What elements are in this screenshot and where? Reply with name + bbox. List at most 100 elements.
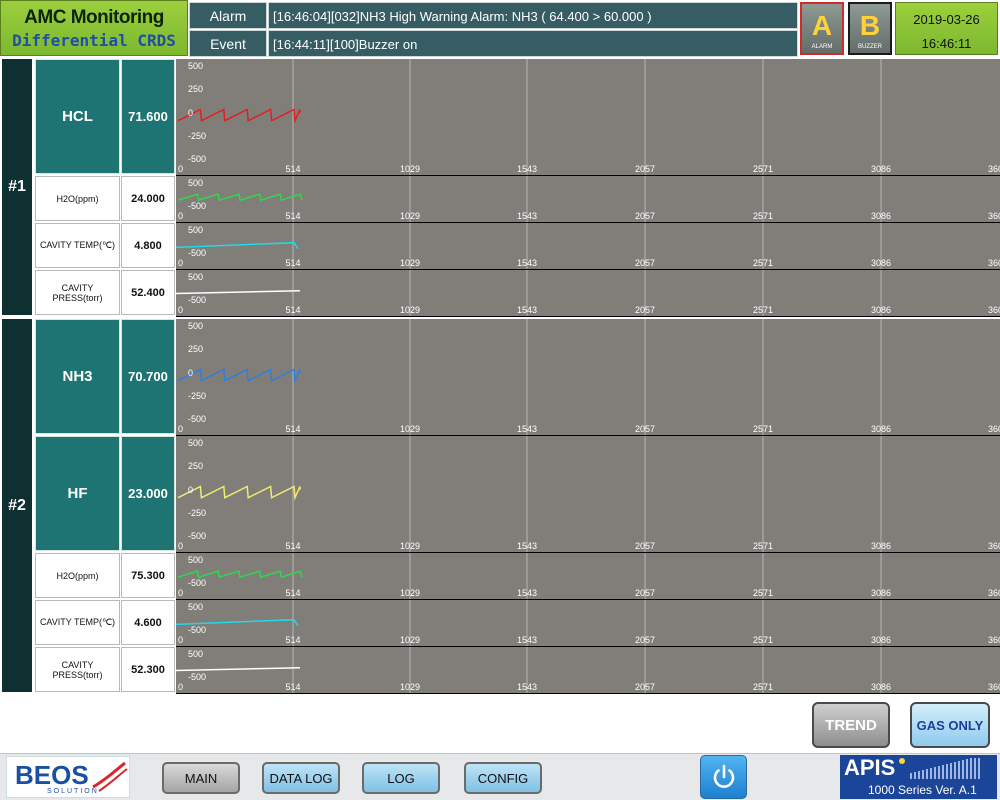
trend-line [176,666,301,672]
x-axis-label: 3600 [988,424,1000,434]
x-axis-label: 1029 [399,164,421,174]
x-axis-label: 3086 [870,211,892,221]
y-axis-label: -250 [188,390,207,401]
x-axis-label: 514 [285,305,301,315]
group-label: #1 [2,59,32,315]
x-axis-label: 514 [285,682,301,692]
sensor-name: CAVITY PRESS(torr) [35,647,120,692]
x-axis-label: 1543 [516,588,538,598]
x-axis-label: 1029 [399,424,421,434]
y-axis-label: 500 [188,272,204,282]
x-axis-label: 514 [285,211,301,221]
x-axis-label: 2057 [634,635,656,645]
nav-main-button[interactable]: MAIN [162,762,240,794]
nav-data-log-button[interactable]: DATA LOG [262,762,340,794]
apis-logo: APIS 1000 Series Ver. A.1 [840,755,997,799]
y-axis-label: -500 [188,531,207,541]
sensor-value: 52.300 [121,647,175,692]
y-axis-label: 500 [188,178,204,188]
x-axis-label: 514 [285,541,301,551]
beos-logo: BEOS SOLUTION [6,756,130,798]
sensor-name: CAVITY TEMP(℃) [35,600,120,645]
x-axis-label: 2571 [752,211,774,221]
trend-plot [177,59,882,175]
x-axis-label: 2057 [634,211,656,221]
x-axis-label: 2057 [634,682,656,692]
x-axis-label: 0 [178,164,184,174]
sensor-name: CAVITY PRESS(torr) [35,270,120,315]
x-axis-label: 0 [178,682,184,692]
sensor-name: HF [35,436,120,551]
nav-config-button[interactable]: CONFIG [464,762,542,794]
y-axis-label: 500 [188,225,204,235]
nav-log-button[interactable]: LOG [362,762,440,794]
y-axis-label: 0 [188,367,194,378]
trend-chart: 500 -500 0 514 1029 1543 2057 2571 3086 3600 [176,223,1000,270]
y-axis-label: 500 [188,61,204,71]
x-axis-label: 3600 [988,635,1000,645]
x-axis-label: 2571 [752,635,774,645]
power-button[interactable] [700,755,747,799]
sensor-value: 52.400 [121,270,175,315]
trend-button[interactable]: TREND [812,702,890,748]
trend-plot [177,436,882,552]
y-axis-label: -500 [188,154,207,164]
x-axis-label: 2571 [752,541,774,551]
y-axis-label: -500 [188,672,207,682]
x-axis-label: 3600 [988,588,1000,598]
y-axis-label: 250 [188,461,204,472]
trend-line [177,570,303,579]
x-axis-label: 2571 [752,305,774,315]
x-axis-label: 1029 [399,635,421,645]
buzzer-indicator-button[interactable]: B BUZZER [848,2,892,55]
sensor-name: CAVITY TEMP(℃) [35,223,120,268]
y-axis-label: 500 [188,649,204,659]
y-axis-label: -250 [188,507,207,518]
beos-logo-sub: SOLUTION [47,788,99,795]
y-axis-label: 500 [188,555,204,565]
trend-plot [177,319,882,435]
app-logo: AMC Monitoring Differential CRDS [0,0,188,56]
sensor-name: H2O(ppm) [35,553,120,598]
y-axis-label: 0 [188,107,194,118]
app-subtitle: Differential CRDS [12,31,176,50]
sensor-value: 23.000 [121,436,175,551]
sensor-value: 4.800 [121,223,175,268]
x-axis-label: 1543 [516,258,538,268]
trend-chart: 500 250 0 -250 -500 0 514 1029 1543 2057 2571 3086 3… [176,319,1000,436]
x-axis-label: 0 [178,635,184,645]
y-axis-label: 500 [188,321,204,331]
x-axis-label: 3086 [870,258,892,268]
x-axis-label: 1543 [516,211,538,221]
app-title: AMC Monitoring [24,7,164,28]
x-axis-label: 2571 [752,682,774,692]
x-axis-label: 514 [285,424,301,434]
y-axis-label: 250 [188,84,204,95]
gas-only-button[interactable]: GAS ONLY [910,702,990,748]
group-label: #2 [2,319,32,692]
alarm-indicator-button[interactable]: A ALARM [800,2,844,55]
x-axis-label: 3600 [988,305,1000,315]
x-axis-label: 514 [285,588,301,598]
x-axis-label: 2571 [752,424,774,434]
sensor-value: 75.300 [121,553,175,598]
trend-line [177,485,301,501]
x-axis-label: 514 [285,164,301,174]
beos-logo-text: BEOS [15,760,89,790]
x-axis-label: 3086 [870,305,892,315]
y-axis-label: 0 [188,484,194,495]
x-axis-label: 2057 [634,424,656,434]
trend-chart: 500 250 0 -250 -500 0 514 1029 1543 2057 2571 3086 3… [176,59,1000,176]
trend-chart: 500 -500 0 514 1029 1543 2057 2571 3086 3600 [176,600,1000,647]
sensor-name: NH3 [35,319,120,434]
x-axis-label: 1029 [399,682,421,692]
buzzer-indicator-letter: B [859,10,881,41]
buzzer-indicator-label: BUZZER [858,44,882,50]
y-axis-label: 250 [188,344,204,355]
x-axis-label: 3600 [988,258,1000,268]
x-axis-label: 3600 [988,541,1000,551]
x-axis-label: 3086 [870,164,892,174]
y-axis-label: -500 [188,201,207,211]
trend-chart: 500 -500 0 514 1029 1543 2057 2571 3086 3600 [176,270,1000,317]
x-axis-label: 1543 [516,305,538,315]
